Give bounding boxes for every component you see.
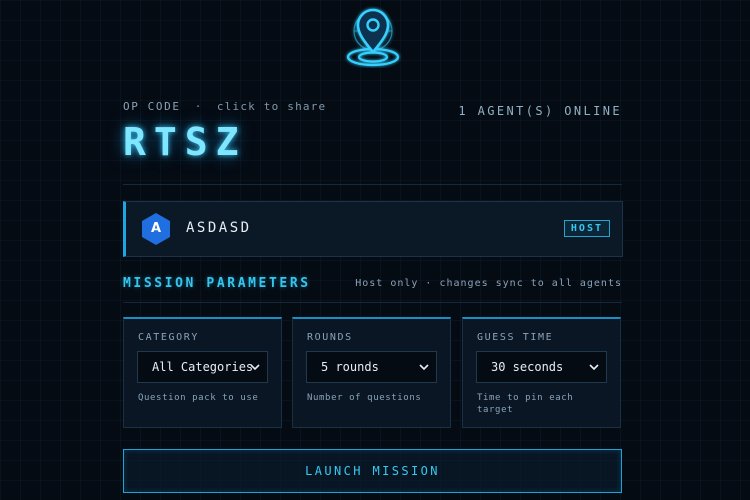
rounds-select[interactable]: 5 rounds: [306, 351, 437, 383]
param-hint: Number of questions: [307, 393, 422, 403]
category-select[interactable]: All Categories: [137, 351, 268, 383]
param-card-rounds: ROUNDS 5 rounds Number of questions: [292, 317, 451, 428]
location-pin-globe-icon: [346, 8, 400, 67]
select-value: 5 rounds: [321, 360, 379, 374]
mission-parameters: CATEGORY All Categories Question pack to…: [123, 317, 622, 428]
launch-mission-button[interactable]: LAUNCH MISSION: [123, 449, 622, 493]
section-title: MISSION PARAMETERS: [123, 276, 311, 291]
chevron-down-icon: [250, 364, 260, 371]
agents-online-count: 1 AGENT(S) ONLINE: [458, 104, 622, 118]
param-card-guess-time: GUESS TIME 30 seconds Time to pin each t…: [462, 317, 621, 428]
player-card: A ASDASD HOST: [123, 201, 623, 257]
host-badge: HOST: [563, 220, 610, 237]
param-label: CATEGORY: [138, 332, 199, 343]
select-value: All Categories: [152, 360, 254, 374]
param-hint: Time to pin each target: [477, 393, 574, 415]
op-code[interactable]: RTSZ: [123, 120, 247, 164]
label-separator: ·: [194, 100, 203, 113]
lobby-panel: OP CODE · click to share RTSZ 1 AGENT(S)…: [123, 96, 623, 493]
param-label: ROUNDS: [307, 332, 353, 343]
param-card-category: CATEGORY All Categories Question pack to…: [123, 317, 282, 428]
param-hint: Question pack to use: [138, 393, 259, 403]
op-code-header: OP CODE · click to share RTSZ 1 AGENT(S)…: [123, 96, 622, 185]
section-note: Host only · changes sync to all agents: [355, 278, 622, 289]
chevron-down-icon: [589, 364, 599, 371]
select-value: 30 seconds: [491, 360, 564, 374]
avatar: A: [139, 212, 173, 246]
mission-parameters-header: MISSION PARAMETERS Host only · changes s…: [123, 274, 622, 303]
share-hint: click to share: [216, 100, 327, 113]
chevron-down-icon: [419, 364, 429, 371]
op-code-label: OP CODE: [123, 100, 181, 113]
player-name: ASDASD: [186, 220, 252, 236]
param-label: GUESS TIME: [477, 332, 554, 343]
guess-time-select[interactable]: 30 seconds: [476, 351, 607, 383]
avatar-initial: A: [150, 221, 162, 236]
op-code-label-row[interactable]: OP CODE · click to share: [123, 100, 326, 113]
app-logo: [343, 6, 403, 68]
